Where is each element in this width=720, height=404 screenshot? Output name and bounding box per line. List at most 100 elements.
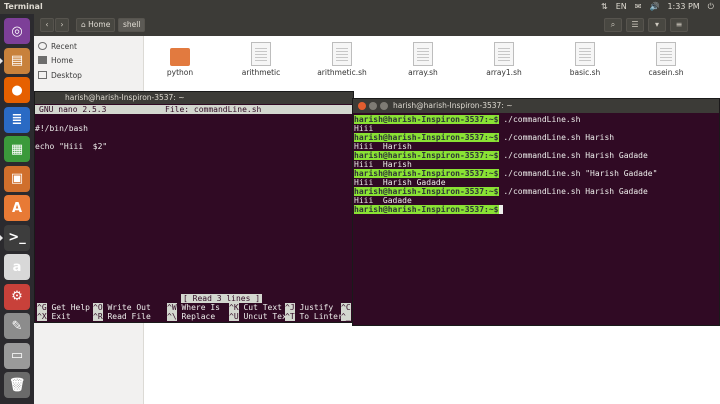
nano-shortcut[interactable]: ^K Cut Text [229, 303, 282, 312]
menu-icon[interactable]: ≡ [670, 18, 688, 32]
power-icon[interactable]: ⏻ [708, 1, 714, 13]
search-icon[interactable]: ⌕ [604, 18, 622, 32]
document-icon [251, 42, 271, 66]
drive-icon[interactable]: ▭ [4, 342, 30, 369]
text-cursor [498, 205, 504, 214]
nano-shortcut[interactable]: ^G Get Help [37, 303, 90, 312]
launcher: ◎ ▤ ● ≣ ▦ ▣ A >_a ⚙ ✎ ▭ 🗑 [0, 14, 34, 404]
trash-icon[interactable]: 🗑 [4, 372, 30, 398]
shell-prompt: harish@harish-Inspiron-3537:~$ [354, 187, 499, 196]
dash-icon[interactable]: ◎ [4, 18, 30, 44]
shell-prompt: harish@harish-Inspiron-3537:~$ [354, 151, 499, 160]
output-line: Hiii Harish [354, 160, 412, 169]
minimize-icon[interactable] [369, 102, 377, 110]
file-item-array1-sh[interactable]: array1.sh [469, 42, 539, 77]
nano-terminal-window[interactable]: harish@harish-Inspiron-3537: ~ GNU nano … [34, 91, 354, 323]
files-header-bar: ‹ › ⌂ Home shell ⌕ ☰ ▾ ≡ [34, 14, 720, 36]
shortcut-key: ^R [93, 312, 103, 321]
terminal-window[interactable]: harish@harish-Inspiron-3537: ~ harish@ha… [352, 98, 720, 326]
impress-icon[interactable]: ▣ [4, 165, 30, 192]
folder-icon [170, 48, 190, 66]
running-indicator [0, 234, 3, 241]
file-item-basic-sh[interactable]: basic.sh [550, 42, 620, 77]
nano-shortcut[interactable]: ^R Read File [93, 312, 151, 321]
file-item-array-sh[interactable]: array.sh [388, 42, 458, 77]
file-item-casein-sh[interactable]: casein.sh [631, 42, 701, 77]
text-editor-icon[interactable]: ✎ [4, 313, 30, 339]
shortcut-label: To Linter [294, 312, 343, 321]
shortcut-key: ^C [341, 303, 351, 312]
nano-shortcut[interactable]: ^X Exit [37, 312, 71, 321]
sidebar-item-recent[interactable]: Recent [38, 40, 77, 52]
shortcut-key: ^\ [167, 312, 177, 321]
breadcrumb-home[interactable]: ⌂ Home [76, 18, 116, 32]
forward-button[interactable]: › [55, 18, 69, 32]
nano-shortcut[interactable]: ^O Write Out [93, 303, 151, 312]
window-title: harish@harish-Inspiron-3537: ~ [393, 101, 513, 110]
code-line[interactable]: #!/bin/bash [35, 124, 88, 133]
software-center-icon[interactable]: A [4, 195, 30, 221]
code-line[interactable]: echo "Hiii $2" [35, 142, 107, 151]
calc-icon[interactable]: ▦ [4, 136, 30, 162]
close-icon[interactable] [358, 102, 366, 110]
nano-titlebar[interactable]: harish@harish-Inspiron-3537: ~ [35, 92, 353, 104]
sidebar-item-desktop[interactable]: Desktop [38, 69, 82, 81]
shortcut-key: ^X [37, 312, 47, 321]
output-line: Hiii [354, 124, 374, 133]
shortcut-key: ^_ [341, 312, 351, 321]
nano-shortcut[interactable]: ^C [341, 303, 351, 312]
sidebar-item-home[interactable]: Home [38, 54, 73, 66]
nano-header-bar: GNU nano 2.5.3 File: commandLine.sh [35, 105, 353, 114]
document-icon [332, 42, 352, 66]
top-panel: Terminal ⇅ EN ✉ 🔊 1:33 PM ⏻ [0, 0, 720, 14]
output-line: Hiii Harish [354, 142, 412, 151]
output-line: Hiii Gadade [354, 196, 412, 205]
document-icon [575, 42, 595, 66]
shortcut-label: Uncut Text [238, 312, 292, 321]
nano-shortcut[interactable]: ^_ [341, 312, 351, 321]
volume-icon[interactable]: 🔊 [649, 1, 659, 13]
mail-icon[interactable]: ✉ [635, 1, 642, 13]
command-text: ./commandLine.sh [498, 115, 581, 124]
firefox-icon[interactable]: ● [4, 77, 30, 103]
network-icon[interactable]: ⇅ [601, 1, 608, 13]
breadcrumb-shell[interactable]: shell [118, 18, 146, 32]
nano-shortcut[interactable]: ^W Where Is [167, 303, 220, 312]
shell-prompt: harish@harish-Inspiron-3537:~$ [354, 205, 499, 214]
amazon-icon[interactable]: a [4, 254, 30, 280]
settings-icon[interactable]: ⚙ [4, 283, 30, 310]
shortcut-label: Read File [102, 312, 151, 321]
shortcut-key: ^W [167, 303, 177, 312]
file-item-python[interactable]: python [145, 42, 215, 77]
maximize-icon[interactable] [380, 102, 388, 110]
shortcut-label: Where Is [176, 303, 220, 312]
shortcut-label: Replace [176, 312, 216, 321]
list-view-icon[interactable]: ☰ [626, 18, 644, 32]
desktop-icon [38, 71, 47, 79]
command-line: harish@harish-Inspiron-3537:~$ ./command… [354, 133, 614, 142]
file-item-arithmetic[interactable]: arithmetic [226, 42, 296, 77]
command-text: ./commandLine.sh Harish Gadade [498, 151, 648, 160]
back-button[interactable]: ‹ [40, 18, 54, 32]
document-icon [413, 42, 433, 66]
command-line: harish@harish-Inspiron-3537:~$ ./command… [354, 115, 580, 124]
clock[interactable]: 1:33 PM [667, 1, 699, 13]
shortcut-label: Exit [46, 312, 71, 321]
active-app-title: Terminal [4, 2, 43, 11]
sort-icon[interactable]: ▾ [648, 18, 666, 32]
command-text: ./commandLine.sh "Harish Gadade" [498, 169, 658, 178]
shell-prompt: harish@harish-Inspiron-3537:~$ [354, 115, 499, 124]
nano-shortcut[interactable]: ^\ Replace [167, 312, 215, 321]
home-icon [38, 56, 47, 64]
writer-icon[interactable]: ≣ [4, 106, 30, 133]
file-item-arithmetic-sh[interactable]: arithmetic.sh [307, 42, 377, 77]
terminal-titlebar[interactable]: harish@harish-Inspiron-3537: ~ [353, 99, 719, 113]
nano-shortcut[interactable]: ^J Justify [285, 303, 333, 312]
nano-shortcut[interactable]: ^U Uncut Text [229, 312, 292, 321]
shortcut-label: Get Help [46, 303, 90, 312]
files-icon[interactable]: ▤ [4, 47, 30, 74]
terminal-icon[interactable]: >_ [4, 224, 30, 251]
shortcut-key: ^T [285, 312, 295, 321]
nano-shortcut[interactable]: ^T To Linter [285, 312, 343, 321]
keyboard-layout-indicator[interactable]: EN [616, 1, 627, 13]
